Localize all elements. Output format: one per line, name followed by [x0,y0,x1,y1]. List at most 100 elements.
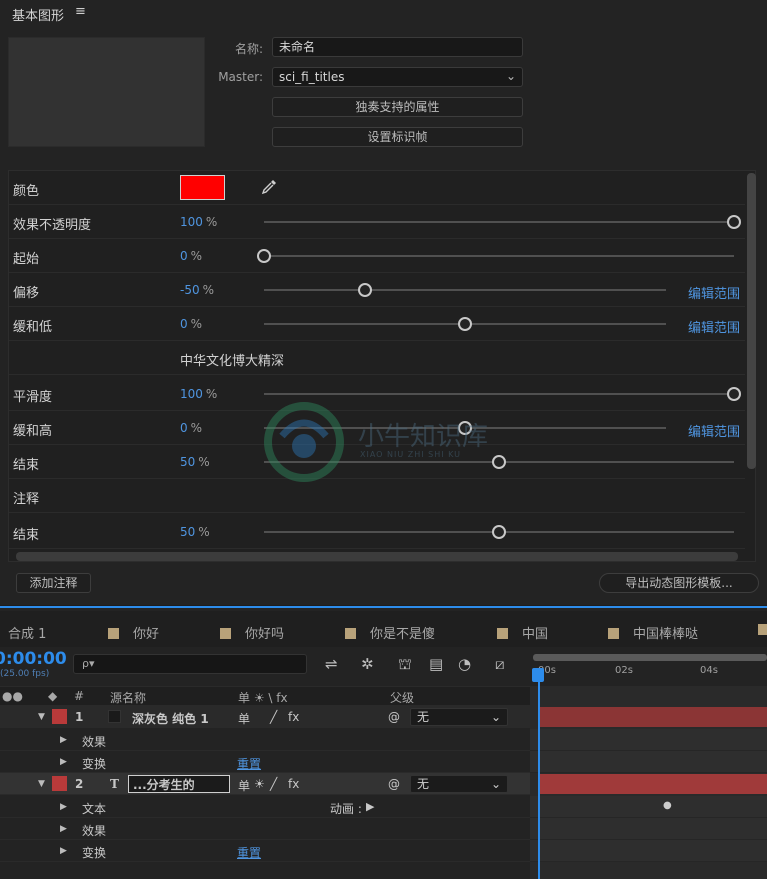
eyedropper-icon[interactable] [260,178,278,196]
slider-handle[interactable] [458,317,472,331]
composition-icon [497,628,508,639]
expand-triangle-icon[interactable]: ▼ [38,779,45,789]
slider-handle[interactable] [492,455,506,469]
expand-triangle-icon[interactable]: ▶ [60,824,67,834]
column-source-name: 源名称 [110,691,147,705]
track-row: ● [530,796,767,818]
layer-property-row[interactable]: ▶ 效果 [0,729,530,751]
parent-select[interactable]: 无 ⌄ [410,708,508,726]
slider-track[interactable] [264,289,666,291]
edit-range-link[interactable]: 编辑范围 [688,317,740,336]
expand-triangle-icon[interactable]: ▼ [38,712,45,722]
panel-menu-icon[interactable]: ≡ [75,4,86,19]
fx-switch-icon[interactable]: fx [288,710,299,724]
property-value[interactable]: 50% [180,525,210,539]
shy-layers-icon[interactable]: ⛫ [398,655,412,675]
property-value[interactable]: -50% [180,283,214,297]
playhead-handle[interactable] [532,668,544,682]
property-value[interactable]: 50% [180,455,210,469]
comp-flowchart-icon[interactable]: ⇌ [325,655,338,673]
slider-handle[interactable] [492,525,506,539]
add-comment-button[interactable]: 添加注释 [16,573,91,593]
solo-properties-button[interactable]: 独奏支持的属性 [272,97,523,117]
layer-name-edit[interactable]: ...分考生的 [128,775,230,793]
set-poster-frame-button[interactable]: 设置标识帧 [272,127,523,147]
chevron-down-icon: ⌄ [490,777,501,791]
property-value[interactable]: 0% [180,421,202,435]
shy-switch-icon[interactable]: 单 [238,777,250,794]
expand-triangle-icon[interactable]: ▶ [60,802,67,812]
layer-property-row[interactable]: ▶ 变换 重置 [0,840,530,862]
layer-property-row[interactable]: ▶ 变换 重置 [0,751,530,773]
ruler-tick: 02s [615,665,633,676]
property-value[interactable]: 100% [180,215,217,229]
shy-switch-icon[interactable]: 单 [238,710,250,727]
layer-duration-bar[interactable] [540,707,767,727]
expand-triangle-icon[interactable]: ▶ [60,735,67,745]
color-swatch[interactable] [180,175,225,200]
property-value[interactable]: 0% [180,249,202,263]
tab-nishibushisha[interactable]: 你是不是傻 [345,623,435,642]
slider-handle[interactable] [257,249,271,263]
slider-handle[interactable] [727,215,741,229]
time-navigator[interactable] [533,654,767,661]
name-field[interactable]: 未命名 [272,37,523,57]
tab-more[interactable] [758,623,767,638]
expand-triangle-icon[interactable]: ▶ [60,846,67,856]
property-row-color: 颜色 [9,171,745,205]
current-timecode[interactable]: 0:00:00 [0,649,67,669]
parent-select[interactable]: 无 ⌄ [410,775,508,793]
layer-row[interactable]: ▼ 2 T ...分考生的 单 ☀ ╱ fx @ 无 ⌄ [0,773,530,795]
layer-duration-bar[interactable] [540,774,767,794]
slider-handle[interactable] [727,387,741,401]
tab-nihao[interactable]: 你好 [108,623,159,642]
tab-comp-1[interactable]: 合成 1 [8,623,46,642]
reset-link[interactable]: 重置 [237,844,261,861]
property-label: 起始 [13,252,40,267]
tab-zhongguo[interactable]: 中国 [497,623,548,642]
graph-editor-icon[interactable]: ⧄ [495,655,505,673]
keyframe-dot[interactable]: ● [663,800,672,811]
playhead-line[interactable] [538,668,540,879]
layer-number: 2 [75,777,84,791]
slider-track[interactable] [264,221,734,223]
slider-track[interactable] [264,255,734,257]
av-switches-icon: ●● [2,689,23,703]
layer-property-row[interactable]: ▶ 文本 动画 : ▶ [0,796,530,818]
layer-search-input[interactable]: ρ▾ [73,654,307,674]
reset-link[interactable]: 重置 [237,755,261,772]
export-template-button[interactable]: 导出动态图形模板... [599,573,759,593]
slider-track[interactable] [264,393,734,395]
motion-blur-icon[interactable]: ◔ [458,655,471,673]
tab-nihaoma[interactable]: 你好吗 [220,623,284,642]
frame-blending-icon[interactable]: ▤ [429,655,443,673]
fx-switch-icon[interactable]: fx [288,777,299,791]
layer-property-row[interactable]: ▶ 效果 [0,818,530,840]
tab-zhongguo-bangbangda[interactable]: 中国棒棒哒 [608,623,698,642]
layer-name[interactable]: 深灰色 纯色 1 [132,710,209,727]
frame-rate: (25.00 fps) [0,669,50,679]
draft-3d-icon[interactable]: ✲ [361,655,374,673]
layer-row[interactable]: ▼ 1 深灰色 纯色 1 单 ╱ fx @ 无 ⌄ [0,706,530,728]
expand-triangle-icon[interactable]: ▶ [60,757,67,767]
property-value[interactable]: 0% [180,317,202,331]
property-value[interactable]: 100% [180,387,217,401]
layer-label-color[interactable] [52,709,67,724]
layer-label-color[interactable] [52,776,67,791]
quality-switch-icon[interactable]: ╱ [270,777,277,791]
edit-range-link[interactable]: 编辑范围 [688,283,740,302]
property-group-label: 变换 [82,846,107,860]
quality-switch-icon[interactable]: ╱ [270,710,277,724]
animate-menu-icon[interactable]: ▶ [366,800,374,813]
master-label: Master: [218,70,263,84]
horizontal-scrollbar[interactable] [16,552,738,561]
slider-handle[interactable] [357,283,372,297]
vertical-scrollbar[interactable] [747,173,756,469]
collapse-switch-icon[interactable]: ☀ [254,777,265,791]
edit-range-link[interactable]: 编辑范围 [688,421,740,440]
watermark-logo-icon [264,402,344,482]
text-field[interactable]: 中华文化博大精深 [180,350,284,369]
master-select[interactable]: sci_fi_titles ⌄ [272,67,523,87]
pickwhip-icon[interactable]: @ [388,710,400,724]
pickwhip-icon[interactable]: @ [388,777,400,791]
